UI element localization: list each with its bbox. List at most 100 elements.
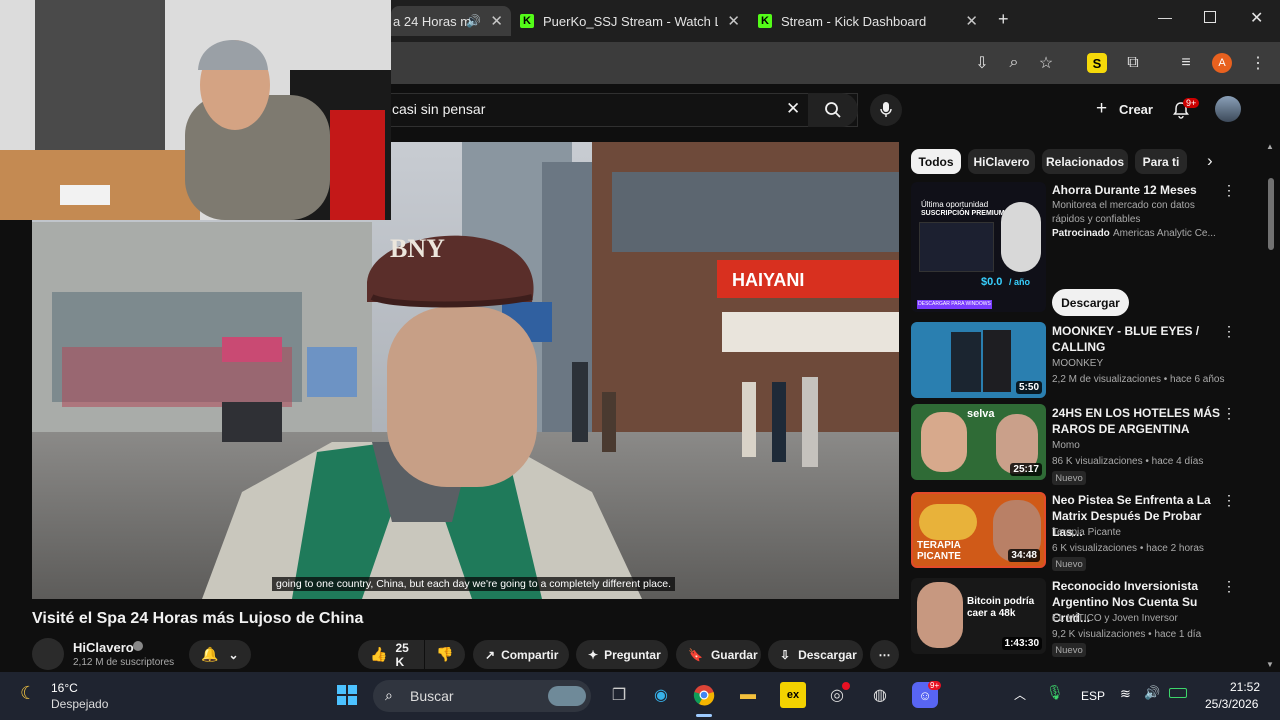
close-tab-icon[interactable]: ✕ <box>965 12 978 30</box>
channel-name[interactable]: HiClavero <box>73 640 134 655</box>
create-button[interactable]: Crear <box>1119 102 1153 117</box>
clear-search-icon[interactable]: ✕ <box>786 99 800 119</box>
new-tab-button[interactable]: + <box>998 9 1009 30</box>
video-menu-icon[interactable]: ⋮ <box>1222 492 1236 509</box>
app-alert-dot <box>842 682 850 690</box>
like-button[interactable]: 👍 25 K <box>358 640 424 669</box>
tab-youtube[interactable]: a 24 Horas m 🔊 ✕ <box>391 6 511 36</box>
install-app-icon[interactable]: ⇩ <box>972 53 992 73</box>
menu-kebab-icon[interactable]: ⋮ <box>1248 53 1268 73</box>
search-icon <box>825 102 841 118</box>
clock-date[interactable]: 25/3/2026 <box>1205 697 1258 711</box>
new-badge: Nuevo <box>1052 643 1086 657</box>
video-menu-icon[interactable]: ⋮ <box>1222 323 1236 340</box>
edge-browser-icon[interactable]: ◉ <box>648 682 674 708</box>
close-window-icon[interactable]: ✕ <box>1250 8 1263 28</box>
profile-avatar[interactable]: A <box>1212 53 1232 73</box>
webcam-frame <box>0 0 391 220</box>
ad-sponsored-label: Patrocinado <box>1052 228 1110 239</box>
ad-download-button[interactable]: Descargar <box>1052 289 1129 316</box>
video-channel[interactable]: MOONKEY <box>1052 358 1103 369</box>
chip-all[interactable]: Todos <box>911 149 961 174</box>
microphone-in-use-icon[interactable]: 🎙 <box>1046 684 1064 701</box>
scroll-up-icon[interactable]: ▲ <box>1266 142 1274 151</box>
scroll-down-icon[interactable]: ▼ <box>1266 660 1274 669</box>
video-title: Visité el Spa 24 Horas más Lujoso de Chi… <box>32 610 364 627</box>
search-button[interactable] <box>808 93 858 127</box>
video-title[interactable]: MOONKEY - BLUE EYES / CALLING <box>1052 323 1222 355</box>
video-thumbnail[interactable]: 5:50 <box>911 322 1046 398</box>
tray-chevron-icon[interactable]: ︿ <box>1014 686 1026 703</box>
video-thumbnail[interactable]: TERAPIA PICANTE 34:48 <box>911 492 1046 568</box>
weather-temperature[interactable]: 16°C <box>51 681 78 695</box>
file-explorer-icon[interactable]: ▬ <box>735 682 761 708</box>
moon-weather-icon: ☾ <box>20 683 37 703</box>
chip-hiclavero[interactable]: HiClavero <box>968 149 1035 174</box>
obs-icon[interactable]: ◍ <box>867 682 893 708</box>
video-menu-icon[interactable]: ⋮ <box>1222 405 1236 422</box>
video-channel[interactable]: Terapia Picante <box>1052 527 1121 538</box>
thumb-face <box>921 412 967 472</box>
close-tab-icon[interactable]: ✕ <box>490 12 503 30</box>
microphone-icon <box>880 102 892 117</box>
ad-menu-icon[interactable]: ⋮ <box>1222 182 1236 199</box>
video-channel[interactable]: Momo <box>1052 440 1080 451</box>
video-channel[interactable]: EL MÍTICO y Joven Inversor <box>1052 613 1178 624</box>
exness-app-icon[interactable]: ex <box>780 682 806 708</box>
video-duration: 1:43:30 <box>1001 637 1042 650</box>
thumb-figure <box>951 332 981 392</box>
download-button[interactable]: ⇩ Descargar <box>768 640 863 669</box>
create-plus-icon[interactable]: + <box>1096 99 1107 119</box>
more-actions-button[interactable]: ⋯ <box>870 640 899 669</box>
dislike-button[interactable]: 👎 <box>425 640 465 669</box>
ad-title[interactable]: Ahorra Durante 12 Meses <box>1052 182 1222 198</box>
chip-for-you[interactable]: Para ti <box>1135 149 1187 174</box>
share-button[interactable]: ↗ Compartir <box>473 640 569 669</box>
channel-avatar[interactable] <box>32 638 64 670</box>
ad-chart-graphic <box>919 222 994 272</box>
tab-kick-dashboard[interactable]: K Stream - Kick Dashboard ✕ <box>758 6 986 36</box>
thumb-face <box>917 582 963 648</box>
maximize-icon[interactable] <box>1204 11 1216 23</box>
zoom-icon[interactable]: ⌕ <box>1004 53 1024 73</box>
media-control-icon[interactable]: ≡ <box>1176 53 1196 73</box>
search-icon: ⌕ <box>385 687 393 703</box>
notification-count-badge: 9+ <box>1183 98 1200 108</box>
save-button[interactable]: 🔖 Guardar <box>676 640 761 669</box>
taskbar-search-input[interactable]: Buscar <box>410 688 454 704</box>
volume-icon[interactable]: 🔊 <box>1144 685 1160 701</box>
video-thumbnail[interactable]: Bitcoin podría caer a 48k 1:43:30 <box>911 578 1046 654</box>
chips-next-icon[interactable]: › <box>1207 151 1213 171</box>
tab-puerko-stream[interactable]: K PuerKo_SSJ Stream - Watch Live ✕ <box>520 6 748 36</box>
ask-button[interactable]: ✦ Preguntar <box>576 640 668 669</box>
ad-thumb-line2: SUSCRIPCIÓN PREMIUM <box>921 210 1005 217</box>
voice-search-button[interactable] <box>870 94 902 126</box>
chrome-browser-icon[interactable] <box>691 682 717 708</box>
sidebar-scrollbar-thumb[interactable] <box>1268 178 1274 250</box>
language-indicator[interactable]: ESP <box>1081 689 1105 703</box>
close-tab-icon[interactable]: ✕ <box>727 12 740 30</box>
battery-icon[interactable] <box>1169 688 1187 698</box>
bell-icon: 🔔 <box>201 646 219 662</box>
subscribed-bell-button[interactable]: 🔔 ⌄ <box>189 640 251 669</box>
ad-price: $0.0 <box>981 276 1003 288</box>
speaker-icon: 🔊 <box>466 14 481 28</box>
search-input[interactable]: casi sin pensar <box>392 101 485 117</box>
search-highlight-icon <box>548 686 586 706</box>
chip-related[interactable]: Relacionados <box>1042 149 1128 174</box>
task-view-icon[interactable]: ❐ <box>606 682 632 708</box>
clock-time[interactable]: 21:52 <box>1230 680 1260 694</box>
minimize-icon[interactable]: — <box>1158 9 1172 25</box>
video-title[interactable]: 24HS EN LOS HOTELES MÁS RAROS DE ARGENTI… <box>1052 405 1222 437</box>
verified-icon <box>133 641 143 651</box>
account-avatar[interactable] <box>1215 96 1241 122</box>
windows-start-icon[interactable] <box>334 682 360 708</box>
extensions-puzzle-icon[interactable]: ⧉ <box>1123 53 1143 73</box>
extension-s-icon[interactable]: S <box>1087 53 1107 73</box>
video-menu-icon[interactable]: ⋮ <box>1222 578 1236 595</box>
wifi-icon[interactable]: ≋ <box>1120 686 1131 702</box>
active-app-indicator <box>696 714 712 717</box>
ad-thumbnail[interactable]: Última oportunidad SUSCRIPCIÓN PREMIUM $… <box>911 182 1046 312</box>
bookmark-star-icon[interactable]: ☆ <box>1036 53 1056 73</box>
video-thumbnail[interactable]: selva 25:17 <box>911 404 1046 480</box>
